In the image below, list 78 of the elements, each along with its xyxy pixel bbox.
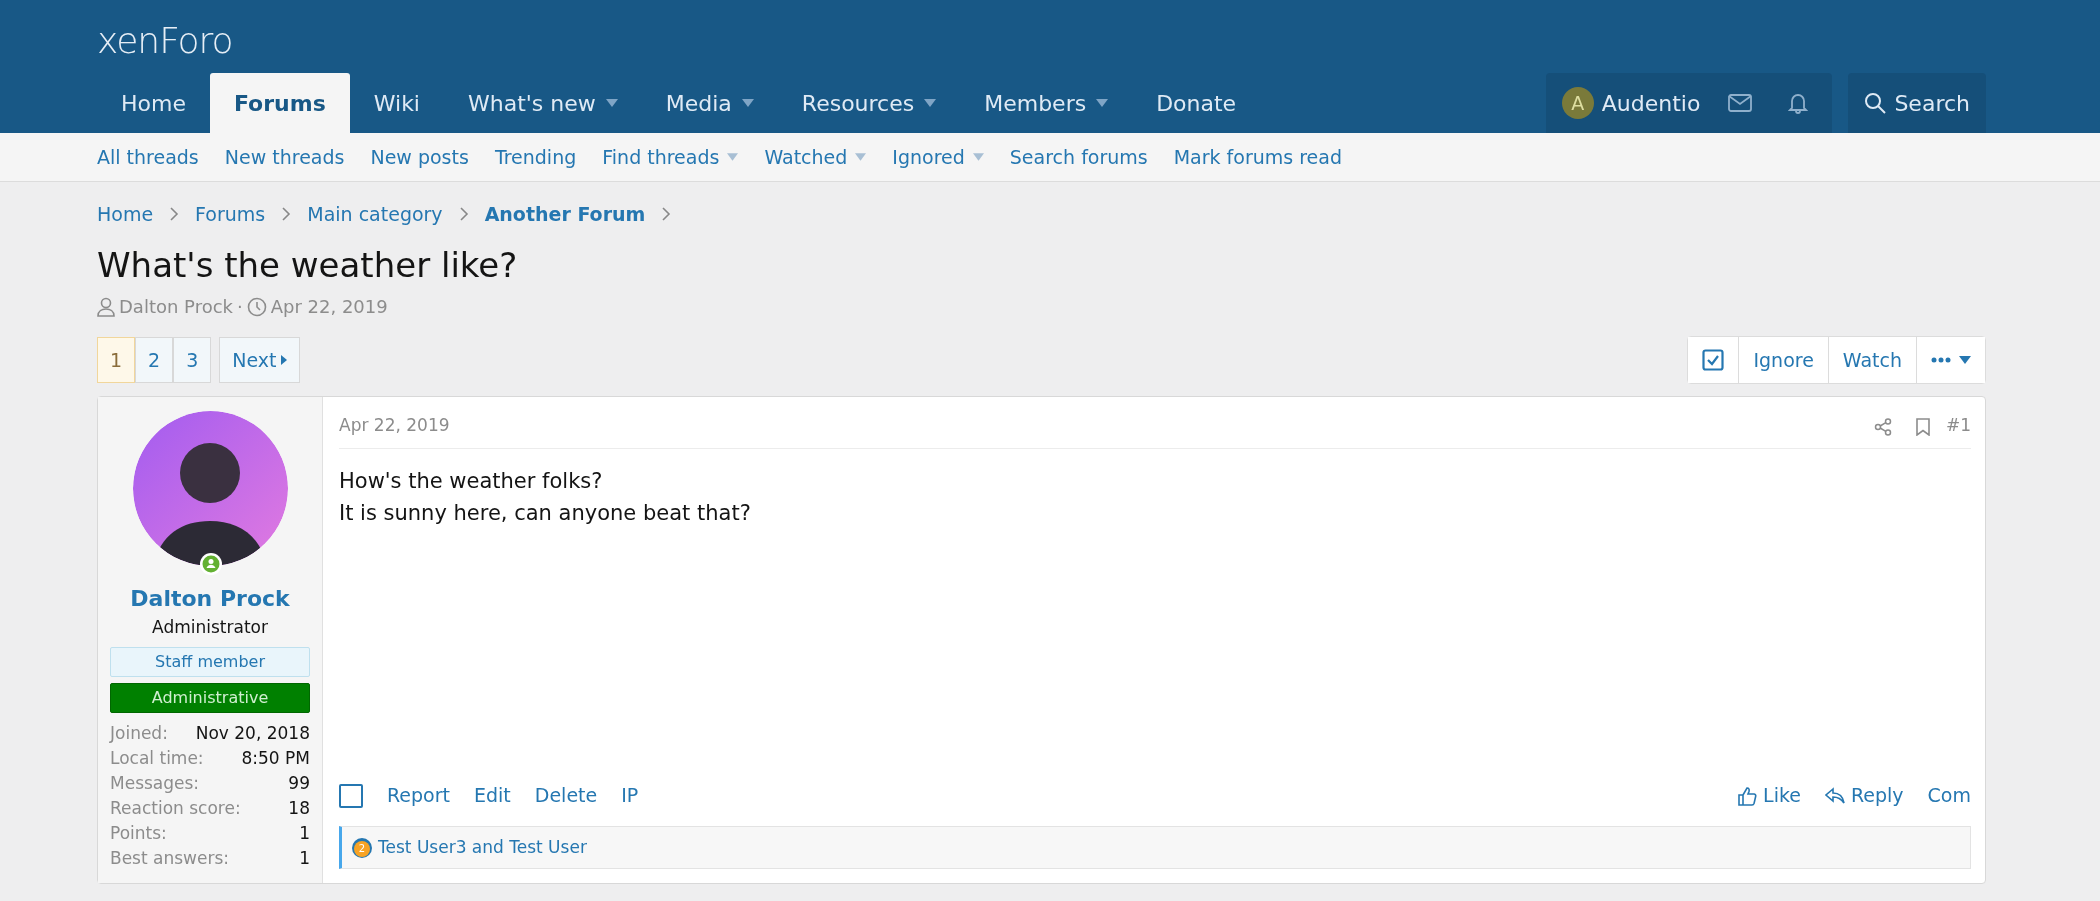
ellipsis-icon [1931, 357, 1951, 364]
thread-title: What's the weather like? [97, 244, 519, 286]
author-link[interactable]: Dalton Prock [119, 293, 233, 321]
user-banner: Staff member [110, 646, 310, 677]
page-link[interactable]: 3 [173, 337, 212, 384]
breadcrumb-link[interactable]: Main category [307, 200, 443, 229]
user-icon [97, 296, 115, 317]
stat-label: Local time: [110, 746, 204, 770]
bookmark-icon [1915, 417, 1930, 436]
post-number-link[interactable]: #1 [1945, 412, 1971, 439]
subnav-link[interactable]: Watched [764, 142, 867, 172]
post-action-link[interactable]: Like [1737, 781, 1801, 810]
subnav-link[interactable]: All threads [97, 142, 199, 172]
stat-label: Points: [110, 821, 167, 845]
more-options-button[interactable] [1916, 337, 1985, 384]
chevron-icon [661, 207, 672, 222]
thread-date: Apr 22, 2019 [270, 295, 388, 320]
post-action-link[interactable]: Com [1927, 781, 1971, 810]
breadcrumb-link[interactable]: Forums [195, 200, 266, 229]
stat-value: 1 [299, 821, 310, 845]
caret-icon [1959, 356, 1971, 365]
stat-value: 18 [288, 796, 310, 820]
checkbox-icon [1702, 349, 1725, 372]
stat-value: 8:50 PM [241, 746, 310, 770]
post-text-line: It is sunny here, can anyone beat that? [339, 499, 752, 527]
post-action-link[interactable]: IP [621, 781, 639, 810]
stat-label: Joined: [110, 721, 168, 745]
clock-icon [246, 296, 267, 317]
subnav-link[interactable]: Search forums [1009, 142, 1148, 172]
post-date: Apr 22, 2019 [339, 413, 450, 437]
breadcrumb-link[interactable]: Home [97, 200, 154, 229]
post-action-link[interactable]: Delete [534, 781, 598, 810]
nav-tab[interactable]: Resources [777, 73, 961, 133]
separator-dot: · [236, 295, 243, 320]
post-text-line: How's the weather folks? [339, 467, 604, 495]
post-action-link[interactable]: Edit [474, 781, 511, 810]
share-icon [1873, 417, 1892, 436]
subnav-link[interactable]: Ignored [892, 142, 984, 172]
next-page-link[interactable]: Next [219, 337, 300, 384]
page-link[interactable]: 1 [97, 337, 136, 384]
subnav-link[interactable]: Find threads [602, 142, 739, 172]
subnav-link[interactable]: New threads [224, 142, 345, 172]
subnav-link[interactable]: Trending [494, 142, 577, 172]
chevron-icon [458, 207, 469, 222]
chevron-icon [169, 207, 180, 222]
user-banner: Administrative [110, 682, 310, 713]
search-icon [1864, 92, 1887, 114]
stat-label: Messages: [110, 771, 200, 795]
nav-tab[interactable]: Home [97, 73, 210, 133]
nav-tab[interactable]: Media [641, 73, 778, 133]
thumbs-up-icon [1737, 785, 1758, 806]
envelope-icon [1728, 94, 1753, 112]
page-link[interactable]: 2 [135, 337, 174, 384]
username-link[interactable]: Dalton Prock [130, 586, 290, 612]
stat-value: 1 [299, 846, 310, 870]
nav-tab[interactable]: What's new [444, 73, 642, 133]
post-action-link[interactable]: Report [387, 781, 450, 810]
nav-tab[interactable]: Members [960, 73, 1133, 133]
reply-icon [1824, 786, 1845, 805]
stat-value: 99 [288, 771, 310, 795]
bell-icon [1788, 92, 1809, 114]
reactions-link[interactable]: Test User3 and Test User [378, 834, 587, 861]
nav-tab[interactable]: Wiki [349, 73, 444, 133]
post-action-link[interactable]: Reply [1824, 781, 1904, 810]
user-title: Administrator [152, 617, 268, 638]
caret-icon [280, 355, 287, 366]
avatar-initial: A [1561, 87, 1594, 119]
logo[interactable]: xenForo [97, 20, 233, 61]
stat-label: Best answers: [110, 846, 230, 870]
stat-label: Reaction score: [110, 796, 241, 820]
subnav-link[interactable]: New posts [370, 142, 469, 172]
stat-value: Nov 20, 2018 [195, 721, 310, 745]
chevron-icon [281, 207, 292, 222]
nav-tab[interactable]: Donate [1132, 73, 1261, 133]
post-select-checkbox[interactable] [339, 783, 363, 808]
subnav-link[interactable]: Mark forums read [1173, 142, 1342, 172]
nav-tab[interactable]: Forums [209, 73, 350, 133]
breadcrumb-link[interactable]: Another Forum [484, 200, 646, 229]
